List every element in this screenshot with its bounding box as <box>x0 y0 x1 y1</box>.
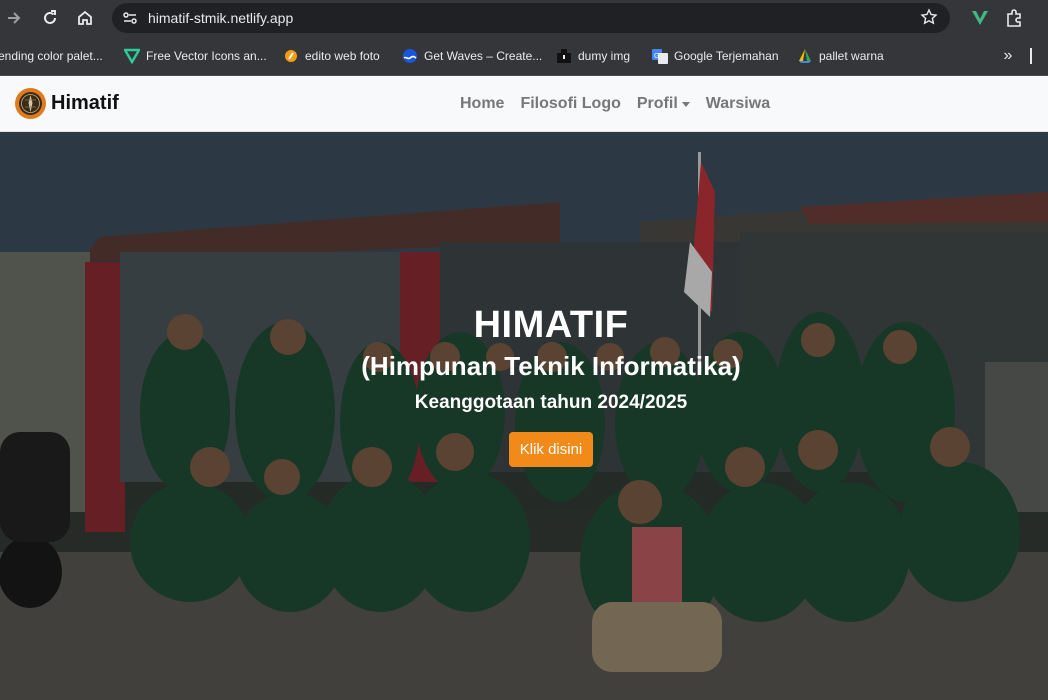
hero-content: HIMATIF (Himpunan Teknik Informatika) Ke… <box>0 304 1048 467</box>
bookmarks-divider <box>1030 48 1032 64</box>
brand-text: Himatif <box>51 92 119 114</box>
vector-icon <box>124 48 140 64</box>
bookmarks-overflow-icon[interactable]: » <box>998 46 1018 66</box>
forward-icon[interactable] <box>2 6 26 30</box>
hero-section: HIMATIF (Himpunan Teknik Informatika) Ke… <box>0 132 1048 700</box>
nav-link-profil[interactable]: Profil <box>637 95 690 113</box>
palette-icon <box>799 49 811 63</box>
bookmark-item[interactable]: dumy img <box>556 36 630 76</box>
bookmark-label: dumy img <box>578 49 631 63</box>
hero-membership-year: Keanggotaan tahun 2024/2025 <box>414 392 688 413</box>
bookmark-label: ending color palet... <box>0 49 103 63</box>
bookmark-label: edito web foto <box>305 49 380 63</box>
wave-icon <box>403 49 417 63</box>
site-info-icon[interactable] <box>122 10 138 26</box>
vue-extension-icon[interactable] <box>970 7 990 27</box>
nav-link-profil-label: Profil <box>636 95 678 112</box>
bookmark-item[interactable]: ending color palet... <box>0 36 103 76</box>
hero-title: HIMATIF <box>473 304 629 346</box>
svg-text:G: G <box>654 53 659 60</box>
bookmarks-bar: ending color palet... Free Vector Icons … <box>0 36 1048 76</box>
reload-icon[interactable] <box>38 6 62 30</box>
nav-link-home[interactable]: Home <box>460 95 504 113</box>
bookmark-item[interactable]: G Google Terjemahan <box>652 36 779 76</box>
bookmark-item[interactable]: Free Vector Icons an... <box>124 36 267 76</box>
bookmark-label: Google Terjemahan <box>674 49 779 63</box>
site-navbar: Himatif Home Filosofi Logo Profil Warsiw… <box>0 76 1048 132</box>
bookmark-label: Get Waves – Create... <box>424 49 543 63</box>
bookmark-star-icon[interactable] <box>920 8 938 26</box>
nav-link-filosofi-logo[interactable]: Filosofi Logo <box>520 95 620 113</box>
url-text[interactable]: himatif-stmik.netlify.app <box>148 10 293 26</box>
nav-link-warsiwa[interactable]: Warsiwa <box>706 95 770 113</box>
browser-toolbar: himatif-stmik.netlify.app <box>0 0 1048 36</box>
himatif-logo <box>15 88 46 119</box>
translate-icon: G <box>652 49 668 64</box>
bookmark-label: pallet warna <box>819 49 884 63</box>
bookmark-item[interactable]: edito web foto <box>283 36 380 76</box>
brand-link[interactable]: Himatif <box>15 88 119 119</box>
hero-subtitle: (Himpunan Teknik Informatika) <box>361 351 741 381</box>
address-bar[interactable]: himatif-stmik.netlify.app <box>112 3 950 33</box>
image-icon <box>557 49 571 63</box>
home-icon[interactable] <box>73 6 97 30</box>
bookmark-label: Free Vector Icons an... <box>146 49 267 63</box>
extensions-puzzle-icon[interactable] <box>1005 8 1025 28</box>
klik-disini-button[interactable]: Klik disini <box>508 432 594 467</box>
pen-icon <box>285 50 297 62</box>
bookmark-item[interactable]: Get Waves – Create... <box>402 36 542 76</box>
bookmark-item[interactable]: pallet warna <box>797 36 884 76</box>
chevron-down-icon <box>681 101 690 107</box>
nav-links: Home Filosofi Logo Profil Warsiwa <box>460 76 786 132</box>
